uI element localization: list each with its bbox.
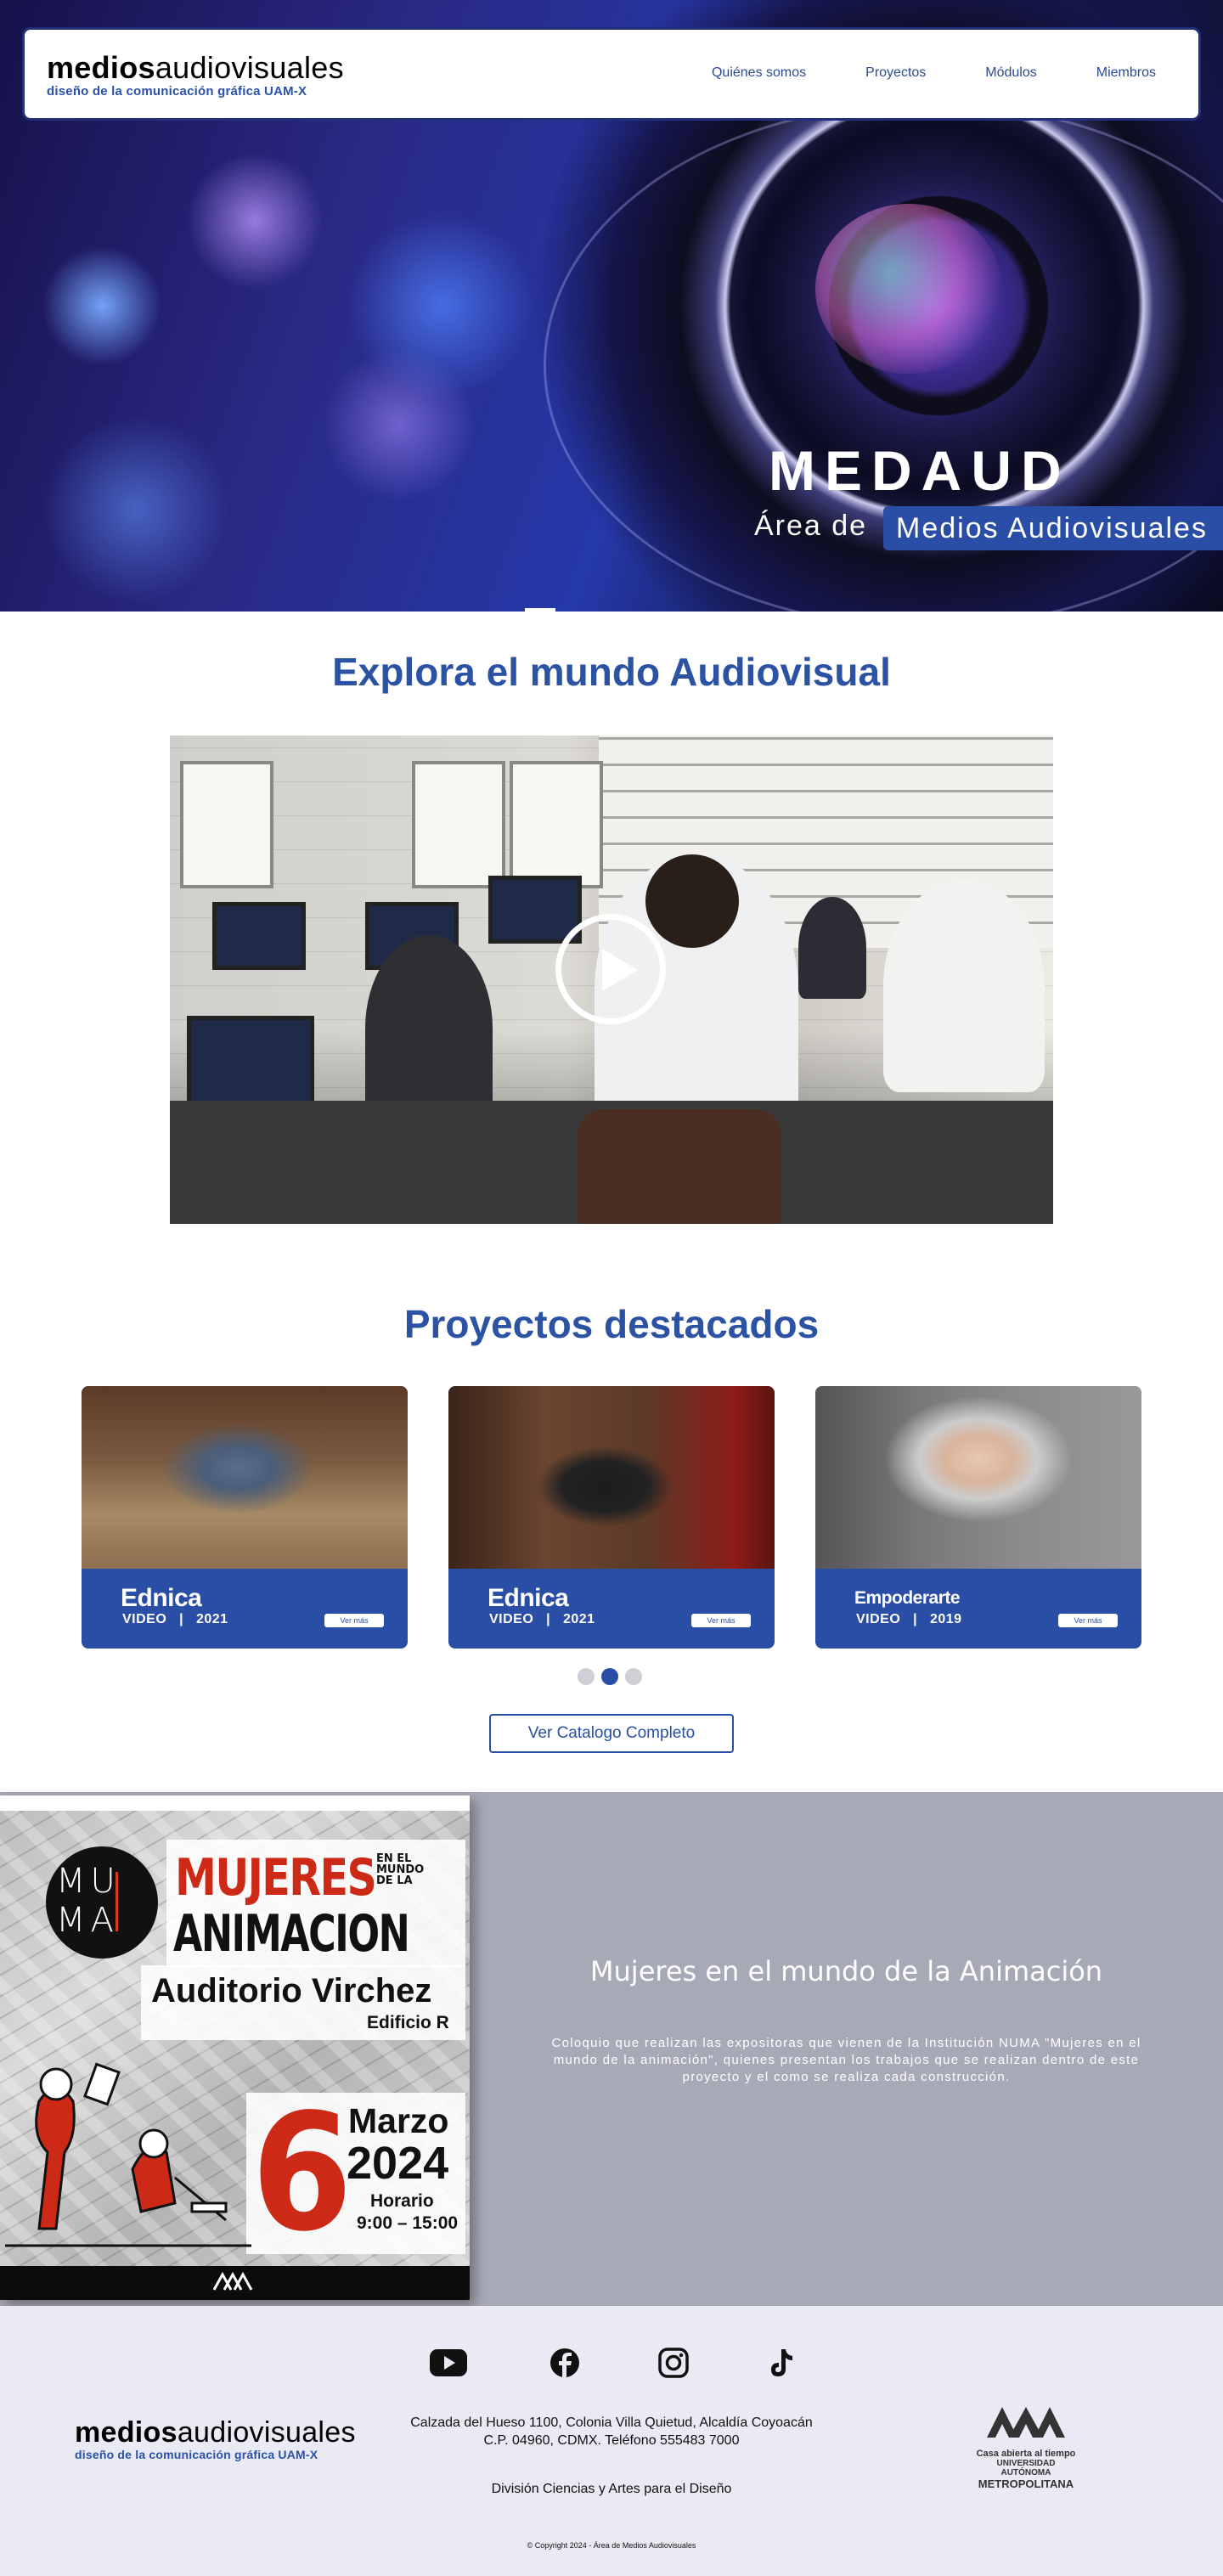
- carousel-dots: [578, 1668, 649, 1685]
- hero-title: MEDAUD: [769, 439, 1071, 502]
- explore-section-title: Explora el mundo Audiovisual: [332, 650, 891, 694]
- video-thumbnail-chair: [578, 1109, 781, 1224]
- nav-link-proyectos[interactable]: Proyectos: [865, 65, 926, 81]
- ver-mas-button[interactable]: Ver más: [1058, 1614, 1118, 1627]
- footer-logo-bold-text: medios: [75, 2416, 178, 2449]
- project-card-image: [448, 1386, 775, 1569]
- play-icon[interactable]: [555, 914, 666, 1024]
- instagram-icon[interactable]: [653, 2346, 694, 2380]
- tiktok-icon[interactable]: [760, 2346, 801, 2380]
- footer-address: Calzada del Hueso 1100, Colonia Villa Qu…: [365, 2414, 858, 2449]
- project-card-title: Empoderarte: [854, 1588, 961, 1608]
- hero-slide-indicator[interactable]: [525, 608, 555, 612]
- project-card-meta: VIDEO | 2021: [489, 1612, 595, 1626]
- video-thumbnail-monitor-dark: [798, 897, 866, 999]
- uam-logo-line2: UNIVERSIDAD AUTÓNOMA: [996, 2459, 1056, 2477]
- project-card-year: 2021: [562, 1612, 595, 1626]
- project-card[interactable]: Empoderarte VIDEO | 2019 Ver más: [815, 1386, 1141, 1649]
- poster-building: Edificio R: [367, 2013, 449, 2032]
- hero-banner: mediosaudiovisuales diseño de la comunic…: [0, 0, 1223, 612]
- site-logo[interactable]: mediosaudiovisuales diseño de la comunic…: [47, 52, 344, 99]
- poster-headline-animacion: ANIMACION: [173, 1904, 410, 1964]
- logo-light-text: audiovisuales: [155, 50, 344, 85]
- footer-logo[interactable]: mediosaudiovisuales diseño de la comunic…: [75, 2417, 356, 2461]
- video-thumbnail-person-head: [645, 854, 739, 948]
- nav-link-modulos[interactable]: Módulos: [985, 65, 1036, 81]
- nav-links: Quiénes somos Proyectos Módulos Miembros: [652, 65, 1156, 81]
- project-card-title: Ednica: [121, 1584, 202, 1612]
- poster-footer: [0, 2266, 470, 2300]
- carousel-dot[interactable]: [578, 1668, 595, 1685]
- event-description: Coloquio que realizan las expositoras qu…: [551, 2036, 1141, 2084]
- video-thumbnail-window: [510, 761, 603, 888]
- youtube-icon[interactable]: [428, 2346, 469, 2380]
- video-thumbnail-window: [180, 761, 273, 888]
- project-card[interactable]: Ednica VIDEO | 2021 Ver más: [448, 1386, 775, 1649]
- video-thumbnail-person: [365, 935, 493, 1122]
- carousel-dot-active[interactable]: [601, 1668, 618, 1685]
- poster-illustration-women: [5, 2062, 251, 2247]
- uam-logo-line3: METROPOLITANA: [978, 2477, 1074, 2490]
- poster-schedule: 9:00 – 15:00: [357, 2213, 459, 2233]
- uam-logo-icon: [987, 2407, 1065, 2438]
- ver-mas-button[interactable]: Ver más: [324, 1614, 384, 1627]
- project-card-type: VIDEO: [122, 1612, 167, 1626]
- video-thumbnail-monitor: [187, 1016, 314, 1109]
- logo-subtitle: diseño de la comunicación gráfica UAM-X: [47, 84, 307, 99]
- projects-section-title: Proyectos destacados: [403, 1302, 820, 1346]
- footer-logo-subtitle: diseño de la comunicación gráfica UAM-X: [75, 2448, 318, 2461]
- top-navbar: mediosaudiovisuales diseño de la comunic…: [22, 27, 1201, 121]
- project-card-type: VIDEO: [489, 1612, 534, 1626]
- poster-logo-text-bottom: MA: [56, 1901, 119, 1940]
- poster-numa-logo: MU MA: [46, 1846, 158, 1959]
- event-poster[interactable]: MU MA MUJERES EN EL MUNDO DE LA ANIMACION A…: [0, 1795, 470, 2300]
- project-card-type: VIDEO: [856, 1612, 901, 1626]
- footer-address-line: C.P. 04960, CDMX. Teléfono 555483 7000: [483, 2433, 740, 2448]
- footer-division: División Ciencias y Artes para el Diseño: [491, 2482, 732, 2496]
- poster-headline: MUJERES: [175, 1848, 377, 1908]
- video-thumbnail-window: [412, 761, 505, 888]
- footer-copyright: © Copyright 2024 - Área de Medios Audiov…: [527, 2541, 696, 2550]
- camera-lens-glow: [815, 204, 1002, 374]
- carousel-dot[interactable]: [625, 1668, 642, 1685]
- poster-small-line: DE LA: [376, 1874, 413, 1887]
- nav-link-miembros[interactable]: Miembros: [1096, 65, 1156, 81]
- catalog-button[interactable]: Ver Catalogo Completo: [489, 1714, 734, 1753]
- project-card-meta: VIDEO | 2021: [122, 1612, 228, 1626]
- poster-logo-text-top: MU: [56, 1862, 121, 1901]
- nav-link-quienes-somos[interactable]: Quiénes somos: [712, 65, 806, 81]
- facebook-icon[interactable]: [544, 2346, 585, 2380]
- poster-schedule-label: Horario: [370, 2191, 434, 2211]
- video-player[interactable]: [170, 736, 1053, 1224]
- video-thumbnail-person: [883, 880, 1045, 1092]
- hero-subtitle-prefix: Área de: [754, 510, 868, 542]
- ver-mas-button[interactable]: Ver más: [691, 1614, 751, 1627]
- poster-headline-small: EN EL MUNDO DE LA: [376, 1853, 424, 1886]
- poster-month: Marzo: [348, 2101, 449, 2140]
- uam-logo-motto: Casa abierta al tiempo: [976, 2449, 1076, 2459]
- event-title: Mujeres en el mundo de la Animación: [589, 1955, 1103, 1987]
- uam-logo[interactable]: Casa abierta al tiempo UNIVERSIDAD AUTÓN…: [975, 2402, 1077, 2490]
- video-thumbnail-monitor: [212, 902, 306, 970]
- poster-logo-bar: [116, 1872, 118, 1931]
- logo-bold-text: medios: [47, 50, 155, 85]
- poster-venue: Auditorio Virchez: [151, 1972, 432, 2010]
- project-card[interactable]: Ednica VIDEO | 2021 Ver más: [82, 1386, 408, 1649]
- project-card-meta: VIDEO | 2019: [856, 1612, 962, 1626]
- footer-logo-light-text: audiovisuales: [177, 2416, 356, 2449]
- footer-address-line: Calzada del Hueso 1100, Colonia Villa Qu…: [410, 2415, 813, 2430]
- project-card-year: 2019: [929, 1612, 962, 1626]
- project-card-title: Ednica: [488, 1584, 569, 1612]
- uam-mini-logo-icon: [212, 2271, 253, 2291]
- poster-year: 2024: [347, 2138, 449, 2189]
- project-card-image: [82, 1386, 408, 1569]
- hero-subtitle-highlight: Medios Audiovisuales: [883, 506, 1223, 550]
- poster-day: 6: [251, 2079, 352, 2267]
- project-card-year: 2021: [195, 1612, 228, 1626]
- project-card-image: [815, 1386, 1141, 1569]
